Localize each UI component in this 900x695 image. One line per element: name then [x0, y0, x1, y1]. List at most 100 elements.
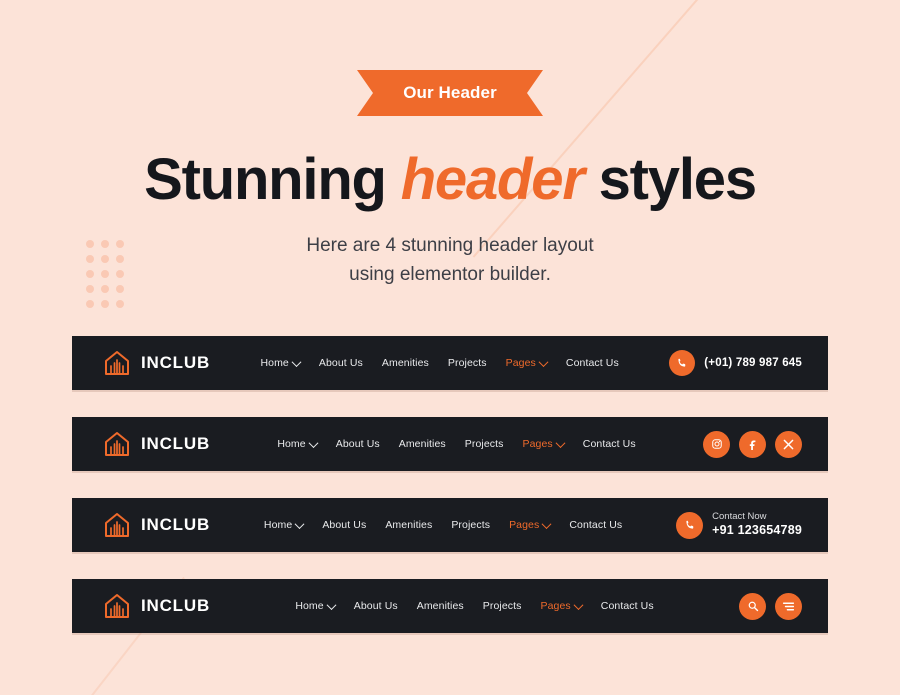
hamburger-menu-icon[interactable] — [782, 601, 795, 612]
instagram-icon[interactable] — [711, 438, 723, 450]
nav-item-label: Pages — [540, 600, 571, 613]
chevron-down-icon — [294, 518, 305, 529]
brand-logo[interactable]: INCLUB — [104, 430, 210, 458]
phone-ring-icon — [686, 520, 693, 529]
header-preview-bar-1: INCLUB Home About Us Amenities Projects Pages… — [72, 336, 828, 391]
nav-item-contact-us[interactable]: Contact Us — [583, 438, 636, 450]
contact-now-block[interactable]: Contact Now +91 123654789 — [676, 511, 802, 539]
nav-item-contact-us[interactable]: Contact Us — [566, 357, 619, 369]
decorative-dot — [101, 300, 109, 308]
main-nav: Home About Us Amenities Projects Pages Contac… — [263, 518, 622, 532]
nav-item-label: About Us — [335, 438, 380, 451]
main-nav: Home About Us Amenities Projects Pages Contac… — [277, 437, 636, 451]
page-title: Stunning header styles — [0, 149, 900, 210]
contact-number: +91 123654789 — [712, 523, 802, 538]
nav-item-label: Projects — [482, 600, 522, 613]
nav-item-home[interactable]: Home — [263, 518, 305, 532]
nav-item-label: Home — [295, 600, 324, 613]
nav-item-contact-us[interactable]: Contact Us — [569, 519, 622, 531]
nav-item-label: Pages — [522, 438, 553, 451]
brand-logo[interactable]: INCLUB — [104, 349, 210, 377]
brand-logo[interactable]: INCLUB — [104, 511, 210, 539]
ribbon-badge: Our Header — [357, 70, 543, 116]
x-twitter-icon-button[interactable] — [775, 430, 802, 458]
header-preview-bar-4: INCLUB Home About Us Amenities Projects Pages… — [72, 579, 828, 634]
chevron-down-icon — [573, 599, 584, 610]
contact-text: Contact Now +91 123654789 — [712, 511, 802, 539]
nav-item-projects[interactable]: Projects — [448, 357, 487, 369]
main-nav: Home About Us Amenities Projects Pages Contac… — [260, 356, 619, 370]
facebook-icon-button[interactable] — [739, 430, 766, 458]
nav-item-contact-us[interactable]: Contact Us — [601, 600, 654, 612]
nav-item-label: Contact Us — [582, 438, 636, 451]
brand-name: INCLUB — [141, 434, 211, 454]
nav-item-about-us[interactable]: About Us — [322, 519, 366, 531]
phone-icon — [678, 358, 686, 367]
chevron-down-icon — [555, 437, 566, 448]
facebook-icon[interactable] — [747, 438, 759, 451]
nav-item-label: Projects — [447, 357, 487, 370]
nav-item-label: Contact Us — [600, 600, 654, 613]
decorative-dot — [86, 300, 94, 308]
nav-item-pages[interactable]: Pages — [509, 518, 552, 532]
nav-item-pages[interactable]: Pages — [540, 599, 584, 613]
chevron-down-icon — [291, 356, 302, 367]
phone-icon-button[interactable] — [669, 350, 696, 377]
nav-item-label: Home — [263, 519, 293, 532]
chevron-down-icon — [326, 599, 337, 610]
nav-item-label: Pages — [509, 519, 540, 532]
nav-item-amenities[interactable]: Amenities — [385, 519, 432, 531]
brand-name: INCLUB — [141, 515, 211, 535]
title-part-1: Stunning — [144, 147, 401, 212]
chevron-down-icon — [308, 437, 319, 448]
nav-item-projects[interactable]: Projects — [465, 438, 504, 450]
x-twitter-icon[interactable] — [783, 439, 794, 450]
search-icon[interactable] — [747, 600, 759, 612]
nav-item-home[interactable]: Home — [295, 599, 337, 613]
header-preview-bar-2: INCLUB Home About Us Amenities Projects Pages… — [72, 417, 828, 472]
hero-section: Our Header Stunning header styles Here a… — [0, 0, 900, 290]
subtitle-line-1: Here are 4 stunning header layout — [306, 235, 594, 257]
action-buttons — [739, 592, 802, 620]
nav-item-label: Home — [260, 357, 289, 370]
nav-item-pages[interactable]: Pages — [522, 437, 566, 451]
nav-item-label: About Us — [353, 600, 398, 613]
hamburger-menu-button[interactable] — [775, 592, 802, 620]
phone-contact[interactable]: (+01) 789 987 645 — [669, 350, 802, 377]
nav-item-about-us[interactable]: About Us — [336, 438, 380, 450]
instagram-icon-button[interactable] — [703, 430, 730, 458]
brand-logo[interactable]: INCLUB — [104, 592, 210, 620]
nav-item-label: Projects — [464, 438, 504, 451]
nav-item-amenities[interactable]: Amenities — [399, 438, 446, 450]
bar-right-slot: (+01) 789 987 645 — [669, 350, 802, 377]
chevron-down-icon — [538, 356, 549, 367]
nav-item-label: Amenities — [385, 519, 433, 532]
nav-item-about-us[interactable]: About Us — [319, 357, 363, 369]
decorative-dot — [116, 300, 124, 308]
subtitle-line-2: using elementor builder. — [349, 264, 551, 286]
phone-ring-icon-button[interactable] — [676, 511, 704, 539]
chevron-down-icon — [541, 518, 552, 529]
bar-right-slot — [739, 592, 802, 620]
search-button[interactable] — [739, 592, 766, 620]
page-subtitle: Here are 4 stunning header layout using … — [0, 232, 900, 290]
phone-number: (+01) 789 987 645 — [704, 357, 802, 370]
nav-item-home[interactable]: Home — [277, 437, 319, 451]
contact-label: Contact Now — [712, 511, 767, 523]
nav-item-label: Amenities — [381, 357, 429, 370]
nav-item-home[interactable]: Home — [260, 356, 302, 370]
nav-item-label: Amenities — [398, 438, 446, 451]
nav-item-about-us[interactable]: About Us — [354, 600, 398, 612]
nav-item-label: Contact Us — [569, 519, 623, 532]
header-preview-bar-3: INCLUB Home About Us Amenities Projects Pages… — [72, 498, 828, 553]
nav-item-label: About Us — [318, 357, 363, 370]
nav-item-label: Home — [277, 438, 306, 451]
brand-name: INCLUB — [141, 353, 211, 373]
nav-item-amenities[interactable]: Amenities — [417, 600, 464, 612]
social-links — [703, 430, 802, 458]
title-accent-word: header — [400, 147, 585, 212]
nav-item-projects[interactable]: Projects — [483, 600, 522, 612]
nav-item-pages[interactable]: Pages — [506, 356, 549, 369]
nav-item-amenities[interactable]: Amenities — [382, 357, 429, 369]
nav-item-projects[interactable]: Projects — [451, 519, 490, 531]
